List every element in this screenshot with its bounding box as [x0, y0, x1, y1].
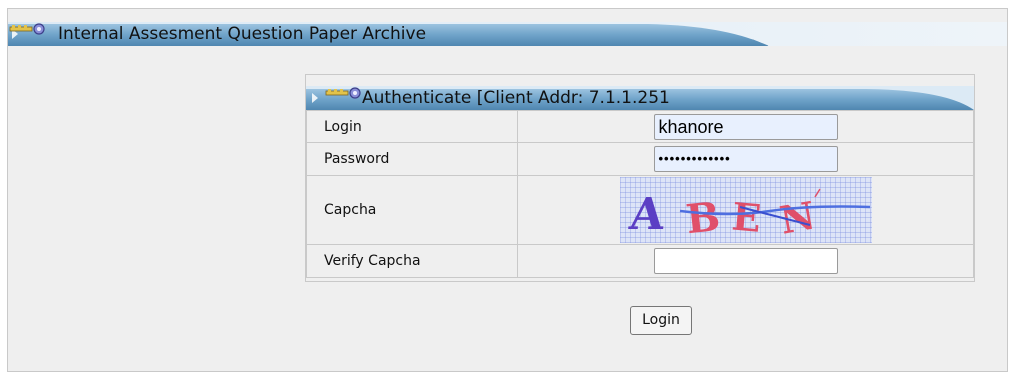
authenticate-panel: Authenticate [Client Addr: 7.1.1.251 Log… — [305, 74, 975, 282]
authenticate-header: Authenticate [Client Addr: 7.1.1.251 — [306, 86, 974, 110]
verify-captcha-input[interactable] — [653, 248, 838, 274]
page-title: Internal Assesment Question Paper Archiv… — [58, 24, 427, 44]
password-row: Password ••••••••••••• — [306, 142, 974, 176]
login-button[interactable]: Login — [630, 306, 692, 335]
captcha-row: Capcha A B E N — [306, 175, 974, 245]
password-label: Password — [306, 142, 518, 176]
login-form-table: Login khanore Password ••••••••••••• Cap… — [306, 110, 974, 278]
verify-captcha-label: Verify Capcha — [306, 244, 518, 278]
key-icon — [325, 87, 361, 99]
verify-captcha-row: Verify Capcha — [306, 244, 974, 278]
login-row: Login khanore — [306, 110, 974, 143]
archive-title-bar: Internal Assesment Question Paper Archiv… — [8, 22, 1007, 46]
svg-text:E: E — [730, 194, 763, 241]
login-label: Login — [306, 110, 518, 143]
captcha-label: Capcha — [306, 175, 518, 245]
login-input[interactable]: khanore — [653, 113, 838, 140]
password-input[interactable]: ••••••••••••• — [653, 146, 838, 172]
authenticate-title: Authenticate [Client Addr: 7.1.1.251 — [362, 88, 670, 108]
svg-text:B: B — [683, 193, 722, 243]
key-icon — [9, 23, 45, 35]
play-arrow-icon — [312, 93, 318, 103]
captcha-image: A B E N — [619, 177, 872, 243]
svg-text:A: A — [626, 189, 667, 240]
